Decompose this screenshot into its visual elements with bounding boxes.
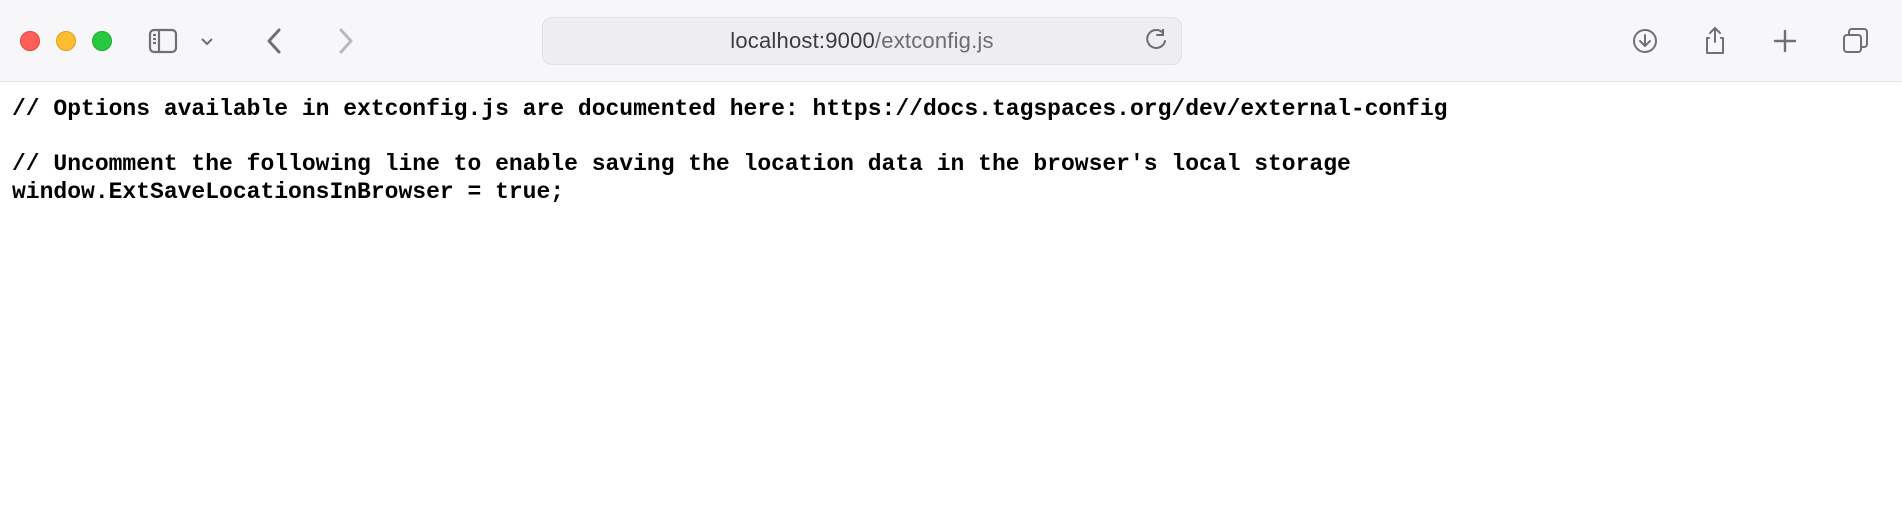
share-icon [1703,26,1727,56]
chevron-left-icon [264,26,286,56]
sidebar-controls [142,20,228,62]
url-path: /extconfig.js [875,28,994,53]
new-tab-button[interactable] [1764,20,1806,62]
plus-icon [1772,28,1798,54]
share-button[interactable] [1694,20,1736,62]
back-button[interactable] [254,20,296,62]
page-content: // Options available in extconfig.js are… [0,82,1902,220]
downloads-button[interactable] [1624,20,1666,62]
minimize-window-button[interactable] [56,31,76,51]
download-icon [1632,28,1658,54]
sidebar-toggle-button[interactable] [142,20,184,62]
chevron-down-icon [199,33,215,49]
toolbar-right [1624,20,1882,62]
code-line: // Options available in extconfig.js are… [12,96,1447,122]
reload-icon [1145,29,1167,53]
url-display: localhost:9000/extconfig.js [557,28,1167,54]
chevron-right-icon [334,26,356,56]
code-line: // Uncomment the following line to enabl… [12,151,1351,177]
forward-button[interactable] [324,20,366,62]
url-host: localhost:9000 [730,28,875,53]
tabs-icon [1841,27,1869,55]
code-line: window.ExtSaveLocationsInBrowser = true; [12,179,564,205]
tab-overview-button[interactable] [1834,20,1876,62]
close-window-button[interactable] [20,31,40,51]
navigation-controls [254,20,366,62]
sidebar-icon [148,28,178,54]
maximize-window-button[interactable] [92,31,112,51]
window-controls [20,31,112,51]
reload-button[interactable] [1145,29,1167,53]
tab-group-dropdown[interactable] [186,20,228,62]
browser-toolbar: localhost:9000/extconfig.js [0,0,1902,82]
address-bar[interactable]: localhost:9000/extconfig.js [542,17,1182,65]
